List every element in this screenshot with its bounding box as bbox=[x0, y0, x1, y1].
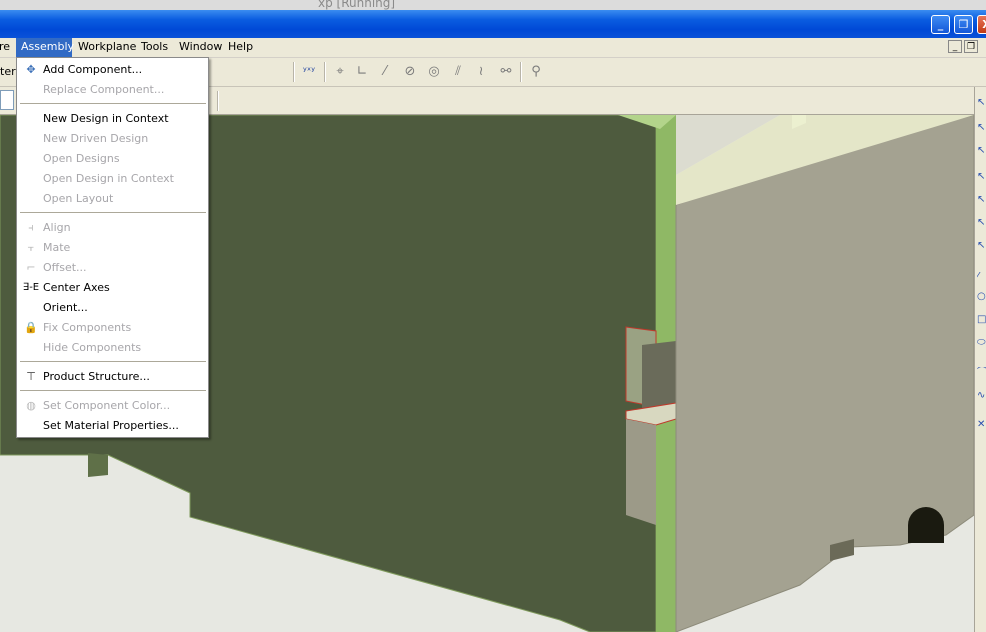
toolbar-separator bbox=[293, 62, 295, 82]
menu-item-open-designs[interactable]: Open Designs bbox=[18, 149, 207, 169]
toolbar-separator bbox=[324, 62, 326, 82]
menu-item-new-design-in-context[interactable]: New Design in Context bbox=[18, 109, 207, 129]
toolbar-separator bbox=[217, 91, 219, 111]
menu-item-open-layout[interactable]: Open Layout bbox=[18, 189, 207, 209]
menu-item-label: Center Axes bbox=[43, 281, 110, 294]
zoom-icon[interactable]: ⚲ bbox=[527, 63, 545, 81]
tab-face bbox=[626, 419, 656, 525]
minimize-button[interactable]: _ bbox=[931, 15, 950, 34]
menu-item-label: Replace Component... bbox=[43, 83, 165, 96]
app-titlebar[interactable]: _ ❐ X bbox=[0, 10, 986, 38]
menu-separator bbox=[20, 390, 206, 391]
line-tool-icon[interactable]: ⁄ bbox=[977, 271, 986, 283]
align-icon: ⫞ bbox=[28, 221, 34, 234]
menu-item-label: Open Design in Context bbox=[43, 172, 174, 185]
menu-item-open-design-in-context[interactable]: Open Design in Context bbox=[18, 169, 207, 189]
coordinate-icon[interactable]: ʸˣʸ bbox=[300, 63, 318, 81]
center-axes-icon: ∃-E bbox=[22, 282, 40, 293]
menu-item-fix-components[interactable]: 🔒 Fix Components bbox=[18, 318, 207, 338]
assembly-dropdown-menu: ✥ Add Component... Replace Component... … bbox=[16, 57, 209, 438]
menu-assembly[interactable]: Assembly bbox=[16, 38, 74, 57]
menu-item-label: New Driven Design bbox=[43, 132, 149, 145]
menu-item-offset[interactable]: ⌐ Offset... bbox=[18, 258, 207, 278]
arch-hole bbox=[908, 507, 944, 543]
menu-item-label: Product Structure... bbox=[43, 370, 150, 383]
parallel-icon[interactable]: ⫽ bbox=[449, 63, 467, 81]
select-tool-icon[interactable]: ↖ bbox=[977, 122, 986, 134]
ellipse-tool-icon[interactable]: ⬭ bbox=[977, 337, 986, 349]
menu-item-label: Set Material Properties... bbox=[43, 419, 179, 432]
mate-icon: ⫟ bbox=[27, 241, 35, 254]
menu-separator bbox=[20, 212, 206, 213]
line-icon[interactable]: ⁄ bbox=[376, 63, 394, 81]
menu-separator bbox=[20, 103, 206, 104]
style-combobox[interactable] bbox=[0, 90, 14, 110]
menu-item-label: Align bbox=[43, 221, 71, 234]
select-face-icon[interactable]: ↖ bbox=[977, 171, 986, 183]
menu-item-label: Orient... bbox=[43, 301, 88, 314]
close-button[interactable]: X bbox=[977, 15, 986, 34]
menu-item-label: Open Layout bbox=[43, 192, 114, 205]
constraint-crosshair-icon[interactable]: ⌖ bbox=[331, 63, 349, 81]
menubar: re Assembly Workplane Tools Window Help … bbox=[0, 38, 986, 58]
restore-button[interactable]: ❐ bbox=[954, 15, 973, 34]
menu-item-label: Mate bbox=[43, 241, 71, 254]
select-edge-icon[interactable]: ↖ bbox=[977, 145, 986, 157]
menu-item-new-driven-design[interactable]: New Driven Design bbox=[18, 129, 207, 149]
menu-item-label: Fix Components bbox=[43, 321, 132, 334]
menu-item-label: Hide Components bbox=[43, 341, 142, 354]
menu-item-center-axes[interactable]: ∃-E Center Axes bbox=[18, 278, 207, 298]
menu-tools[interactable]: Tools bbox=[136, 38, 173, 57]
menu-window[interactable]: Window bbox=[174, 38, 227, 57]
toolbar-separator bbox=[520, 62, 522, 82]
rectangle-tool-icon[interactable]: □ bbox=[977, 314, 986, 326]
select-part-icon[interactable]: ↖ bbox=[977, 240, 986, 252]
menu-item-label: New Design in Context bbox=[43, 112, 169, 125]
product-structure-icon: ⊤ bbox=[26, 370, 36, 383]
menu-item-orient[interactable]: Orient... bbox=[18, 298, 207, 318]
trim-tool-icon[interactable]: ✕ bbox=[977, 419, 986, 431]
menu-separator bbox=[20, 361, 206, 362]
menu-item-align[interactable]: ⫞ Align bbox=[18, 218, 207, 238]
offset-icon: ⌐ bbox=[26, 261, 36, 274]
menu-item-label: Add Component... bbox=[43, 63, 143, 76]
select-feature-icon[interactable]: ↖ bbox=[977, 217, 986, 229]
menu-item-label: Open Designs bbox=[43, 152, 120, 165]
fix-components-icon: 🔒 bbox=[24, 321, 38, 334]
menu-workplane[interactable]: Workplane bbox=[73, 38, 141, 57]
component-color-icon: ◍ bbox=[26, 399, 36, 412]
host-window-titlebar: xp [Running] bbox=[0, 0, 986, 10]
menu-item-hide-components[interactable]: Hide Components bbox=[18, 338, 207, 358]
sketch-tool-icon[interactable]: ↖ bbox=[977, 97, 986, 109]
link-icon[interactable]: ⚯ bbox=[497, 63, 515, 81]
arc-tool-icon[interactable]: ⌒ bbox=[977, 367, 986, 379]
menu-help[interactable]: Help bbox=[223, 38, 258, 57]
menu-item-replace-component[interactable]: Replace Component... bbox=[18, 80, 207, 100]
menu-item-label: Set Component Color... bbox=[43, 399, 171, 412]
menu-item-product-structure[interactable]: ⊤ Product Structure... bbox=[18, 367, 207, 387]
right-toolbar: ↖ ↖ ↖ ↖ ↖ ↖ ↖ ⁄ ○ □ ⬭ ⌒ ∿ ✕ bbox=[974, 87, 986, 632]
menu-item-add-component[interactable]: ✥ Add Component... bbox=[18, 60, 207, 80]
mdi-minimize-button[interactable]: _ bbox=[948, 40, 962, 53]
select-body-icon[interactable]: ↖ bbox=[977, 194, 986, 206]
add-component-icon: ✥ bbox=[26, 63, 36, 76]
tangent-icon[interactable]: ⊘ bbox=[401, 63, 419, 81]
circle-tool-icon[interactable]: ○ bbox=[977, 291, 986, 303]
menu-view-clipped[interactable]: re bbox=[0, 38, 15, 57]
mdi-restore-button[interactable]: ❐ bbox=[964, 40, 978, 53]
spline-tool-icon[interactable]: ∿ bbox=[977, 390, 986, 402]
menu-item-set-material-properties[interactable]: Set Material Properties... bbox=[18, 416, 207, 436]
menu-item-mate[interactable]: ⫟ Mate bbox=[18, 238, 207, 258]
host-window-title: xp [Running] bbox=[318, 0, 396, 10]
menu-item-label: Offset... bbox=[43, 261, 87, 274]
symmetry-icon[interactable]: ≀ bbox=[472, 63, 490, 81]
menu-item-set-component-color[interactable]: ◍ Set Component Color... bbox=[18, 396, 207, 416]
perpendicular-icon[interactable]: ∟ bbox=[353, 63, 371, 81]
panel-foot bbox=[88, 453, 108, 477]
concentric-icon[interactable]: ◎ bbox=[425, 63, 443, 81]
